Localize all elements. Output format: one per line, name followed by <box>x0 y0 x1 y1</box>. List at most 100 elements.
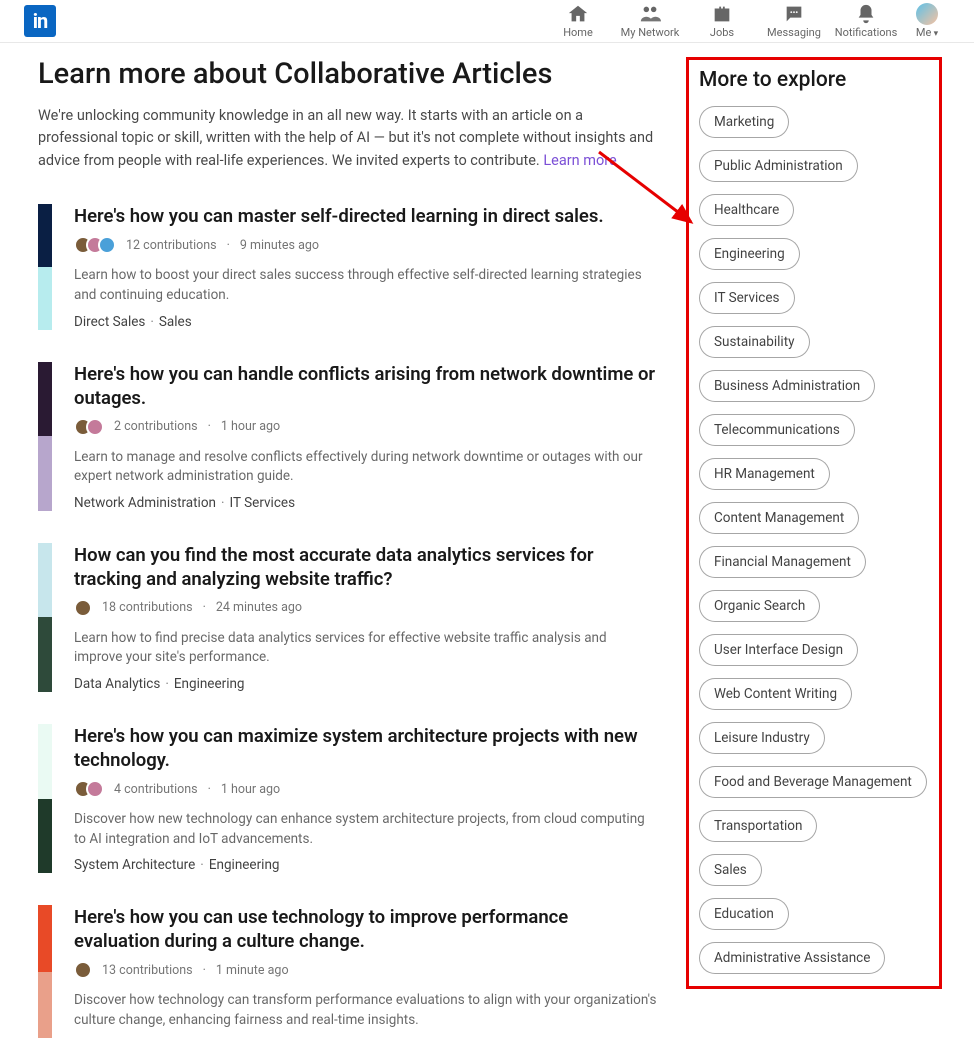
article-tag[interactable]: IT Services <box>230 495 296 511</box>
article-contributions: 18 contributions <box>102 600 193 615</box>
explore-chip[interactable]: Web Content Writing <box>699 678 852 710</box>
home-icon <box>567 3 589 25</box>
nav-jobs-label: Jobs <box>710 26 734 39</box>
article-tag[interactable]: Direct Sales <box>74 314 145 330</box>
contributor-avatar <box>86 418 104 436</box>
nav-messaging-label: Messaging <box>767 26 821 39</box>
article-time: 9 minutes ago <box>240 238 319 253</box>
learn-more-link[interactable]: Learn more <box>543 152 616 169</box>
explore-chip[interactable]: Telecommunications <box>699 414 855 446</box>
nav-network-label: My Network <box>621 26 680 39</box>
article-tag[interactable]: Engineering <box>174 676 245 692</box>
nav-me[interactable]: Me <box>904 3 950 39</box>
article-meta: 13 contributions·1 minute ago <box>74 961 658 979</box>
explore-chip[interactable]: Business Administration <box>699 370 875 402</box>
article-time: 1 hour ago <box>221 419 280 434</box>
explore-chip[interactable]: Sales <box>699 854 762 886</box>
article-description: Learn how to find precise data analytics… <box>74 629 658 668</box>
article-description: Learn to manage and resolve conflicts ef… <box>74 448 658 487</box>
article-description: Discover how technology can transform pe… <box>74 991 658 1030</box>
article-contributions: 12 contributions <box>126 238 217 253</box>
contributor-avatar <box>74 961 92 979</box>
article-contributions: 2 contributions <box>114 419 198 434</box>
article-contributions: 4 contributions <box>114 782 198 797</box>
article-meta: 12 contributions·9 minutes ago <box>74 236 658 254</box>
nav-jobs[interactable]: Jobs <box>688 3 756 39</box>
article-item[interactable]: Here's how you can maximize system archi… <box>38 710 658 891</box>
article-list: Here's how you can master self-directed … <box>38 190 658 1056</box>
explore-chip[interactable]: Public Administration <box>699 150 858 182</box>
network-icon <box>639 3 661 25</box>
explore-chip[interactable]: Leisure Industry <box>699 722 825 754</box>
explore-chip[interactable]: Content Management <box>699 502 859 534</box>
article-title[interactable]: Here's how you can master self-directed … <box>74 204 658 228</box>
sidebar-title: More to explore <box>699 68 929 92</box>
explore-chip[interactable]: Healthcare <box>699 194 794 226</box>
article-description: Learn how to boost your direct sales suc… <box>74 266 658 305</box>
article-meta: 2 contributions·1 hour ago <box>74 418 658 436</box>
article-title[interactable]: Here's how you can use technology to imp… <box>74 905 658 953</box>
contributor-avatar <box>98 236 116 254</box>
explore-chip[interactable]: User Interface Design <box>699 634 858 666</box>
nav-messaging[interactable]: Messaging <box>760 3 828 39</box>
article-tags: Network Administration·IT Services <box>74 495 658 511</box>
explore-chip[interactable]: Food and Beverage Management <box>699 766 927 798</box>
article-tags: System Architecture·Engineering <box>74 857 658 873</box>
explore-chip[interactable]: Engineering <box>699 238 800 270</box>
explore-chip[interactable]: IT Services <box>699 282 795 314</box>
nav-home[interactable]: Home <box>544 3 612 39</box>
article-tag[interactable]: Sales <box>159 314 192 330</box>
article-thumbnail <box>38 905 52 1038</box>
explore-chip[interactable]: Organic Search <box>699 590 820 622</box>
contributor-avatar <box>74 599 92 617</box>
article-title[interactable]: Here's how you can handle conflicts aris… <box>74 362 658 410</box>
explore-chip[interactable]: HR Management <box>699 458 830 490</box>
briefcase-icon <box>711 3 733 25</box>
article-contributions: 13 contributions <box>102 963 193 978</box>
article-thumbnail <box>38 543 52 692</box>
article-tags: Data Analytics·Engineering <box>74 676 658 692</box>
main-content: Learn more about Collaborative Articles … <box>38 57 658 1056</box>
article-title[interactable]: Here's how you can maximize system archi… <box>74 724 658 772</box>
page-title: Learn more about Collaborative Articles <box>38 57 658 91</box>
nav-network[interactable]: My Network <box>616 3 684 39</box>
explore-chip[interactable]: Sustainability <box>699 326 810 358</box>
page-description: We're unlocking community knowledge in a… <box>38 105 658 172</box>
nav-notifications[interactable]: Notifications <box>832 3 900 39</box>
article-thumbnail <box>38 204 52 329</box>
nav-items: Home My Network Jobs Messaging Notificat… <box>544 3 950 39</box>
explore-chip[interactable]: Marketing <box>699 106 789 138</box>
article-time: 1 hour ago <box>221 782 280 797</box>
article-item[interactable]: How can you find the most accurate data … <box>38 529 658 710</box>
article-tag[interactable]: Network Administration <box>74 495 216 511</box>
linkedin-logo[interactable]: in <box>24 5 56 37</box>
article-meta: 4 contributions·1 hour ago <box>74 780 658 798</box>
nav-me-label: Me <box>916 26 938 39</box>
article-thumbnail <box>38 724 52 873</box>
article-item[interactable]: Here's how you can master self-directed … <box>38 190 658 347</box>
article-meta: 18 contributions·24 minutes ago <box>74 599 658 617</box>
avatar <box>916 3 938 25</box>
article-time: 1 minute ago <box>216 963 289 978</box>
article-item[interactable]: Here's how you can use technology to imp… <box>38 891 658 1056</box>
message-icon <box>783 3 805 25</box>
chip-list: Marketing Public Administration Healthcare… <box>699 106 929 974</box>
article-tag[interactable]: System Architecture <box>74 857 195 873</box>
explore-chip[interactable]: Transportation <box>699 810 817 842</box>
article-title[interactable]: How can you find the most accurate data … <box>74 543 658 591</box>
article-item[interactable]: Here's how you can handle conflicts aris… <box>38 348 658 529</box>
article-thumbnail <box>38 362 52 511</box>
article-tag[interactable]: Data Analytics <box>74 676 160 692</box>
nav-home-label: Home <box>563 26 593 39</box>
top-nav: in Home My Network Jobs Messaging Notifi… <box>0 0 974 43</box>
explore-chip[interactable]: Administrative Assistance <box>699 942 885 974</box>
more-to-explore-sidebar: More to explore Marketing Public Administ… <box>686 57 942 989</box>
article-tags: Direct Sales·Sales <box>74 314 658 330</box>
article-description: Discover how new technology can enhance … <box>74 810 658 849</box>
contributor-avatar <box>86 780 104 798</box>
article-tag[interactable]: Engineering <box>209 857 280 873</box>
article-time: 24 minutes ago <box>216 600 302 615</box>
explore-chip[interactable]: Education <box>699 898 789 930</box>
bell-icon <box>855 3 877 25</box>
explore-chip[interactable]: Financial Management <box>699 546 866 578</box>
